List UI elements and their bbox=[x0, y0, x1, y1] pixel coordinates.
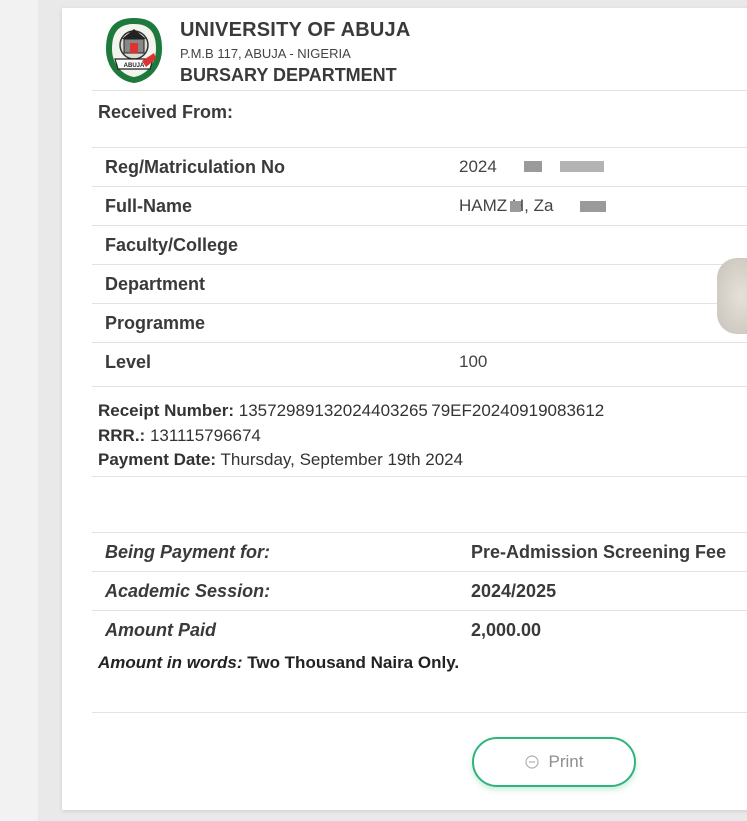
details-divider bbox=[92, 386, 747, 387]
details-row-reg-no: Reg/Matriculation No 2024 bbox=[92, 147, 747, 187]
row-label: Faculty/College bbox=[105, 235, 239, 255]
footer-divider bbox=[92, 712, 747, 713]
redaction-mark bbox=[524, 161, 542, 172]
row-label: Programme bbox=[105, 313, 206, 333]
payment-date-label: Payment Date: bbox=[98, 450, 217, 469]
row-label: Amount Paid bbox=[105, 620, 216, 640]
logo-text: ABUJA bbox=[124, 63, 145, 69]
row-label: Level bbox=[105, 352, 152, 372]
institution-address: P.M.B 117, ABUJA - NIGERIA bbox=[180, 46, 351, 61]
details-row-department: Department bbox=[92, 264, 747, 304]
redaction-mark bbox=[560, 161, 604, 172]
institution-name: UNIVERSITY OF ABUJA bbox=[180, 19, 411, 41]
amount-words-label: Amount in words: bbox=[98, 653, 243, 672]
department-name: BURSARY DEPARTMENT bbox=[180, 65, 397, 85]
row-label: Department bbox=[105, 274, 206, 294]
details-row-level: Level 100 bbox=[92, 342, 747, 382]
details-row-faculty: Faculty/College bbox=[92, 225, 747, 265]
receipt-header: ABUJA UNIVERSITY OF ABUJA P.M.B 117, ABU… bbox=[102, 13, 742, 93]
redaction-mark bbox=[510, 201, 521, 212]
rrr-label: RRR.: bbox=[98, 425, 146, 445]
payment-row-amount: Amount Paid 2,000.00 bbox=[92, 610, 747, 650]
reg-no-value: 2024 bbox=[459, 157, 497, 176]
receipt-info: Receipt Number: 13572989132024403265 79E… bbox=[98, 399, 604, 473]
payment-date-value: Thursday, September 19th 2024 bbox=[220, 450, 464, 469]
academic-session-value: 2024/2025 bbox=[471, 581, 557, 601]
received-from-label: Received From: bbox=[98, 102, 234, 122]
rrr-line: RRR.: 131115796674 bbox=[98, 424, 604, 449]
payment-row-session: Academic Session: 2024/2025 bbox=[92, 571, 747, 611]
receipt-number-line: Receipt Number: 13572989132024403265 79E… bbox=[98, 399, 604, 424]
page-left-margin bbox=[0, 0, 38, 821]
print-icon bbox=[524, 755, 539, 769]
receipt-number-value: 13572989132024403265 79EF20240919083612 bbox=[238, 401, 605, 420]
receipt-card: ABUJA UNIVERSITY OF ABUJA P.M.B 117, ABU… bbox=[62, 8, 747, 810]
details-row-programme: Programme bbox=[92, 303, 747, 343]
receipt-number-label: Receipt Number: bbox=[98, 401, 235, 420]
payment-row-purpose: Being Payment for: Pre-Admission Screeni… bbox=[92, 532, 747, 572]
receipt-divider bbox=[92, 476, 747, 477]
row-label: Reg/Matriculation No bbox=[105, 157, 286, 177]
print-button[interactable]: Print bbox=[472, 737, 636, 787]
row-label: Academic Session: bbox=[105, 581, 271, 601]
row-label: Full-Name bbox=[105, 196, 193, 216]
rrr-value: 131115796674 bbox=[149, 425, 261, 445]
university-logo: ABUJA bbox=[102, 15, 166, 85]
payment-purpose-value: Pre-Admission Screening Fee bbox=[471, 542, 727, 562]
amount-words-value: Two Thousand Naira Only. bbox=[247, 653, 460, 672]
amount-in-words: Amount in words: Two Thousand Naira Only… bbox=[98, 653, 459, 673]
full-name-value: HAMZ H, Za bbox=[459, 196, 554, 215]
level-value: 100 bbox=[459, 352, 488, 371]
amount-paid-value: 2,000.00 bbox=[471, 620, 542, 640]
print-button-label: Print bbox=[548, 752, 584, 771]
payment-date-line: Payment Date: Thursday, September 19th 2… bbox=[98, 448, 604, 473]
details-row-full-name: Full-Name HAMZ H, Za bbox=[92, 186, 747, 226]
redaction-mark bbox=[580, 201, 606, 212]
finger-overlay bbox=[717, 258, 747, 334]
header-divider bbox=[92, 90, 747, 91]
row-label: Being Payment for: bbox=[105, 542, 271, 562]
